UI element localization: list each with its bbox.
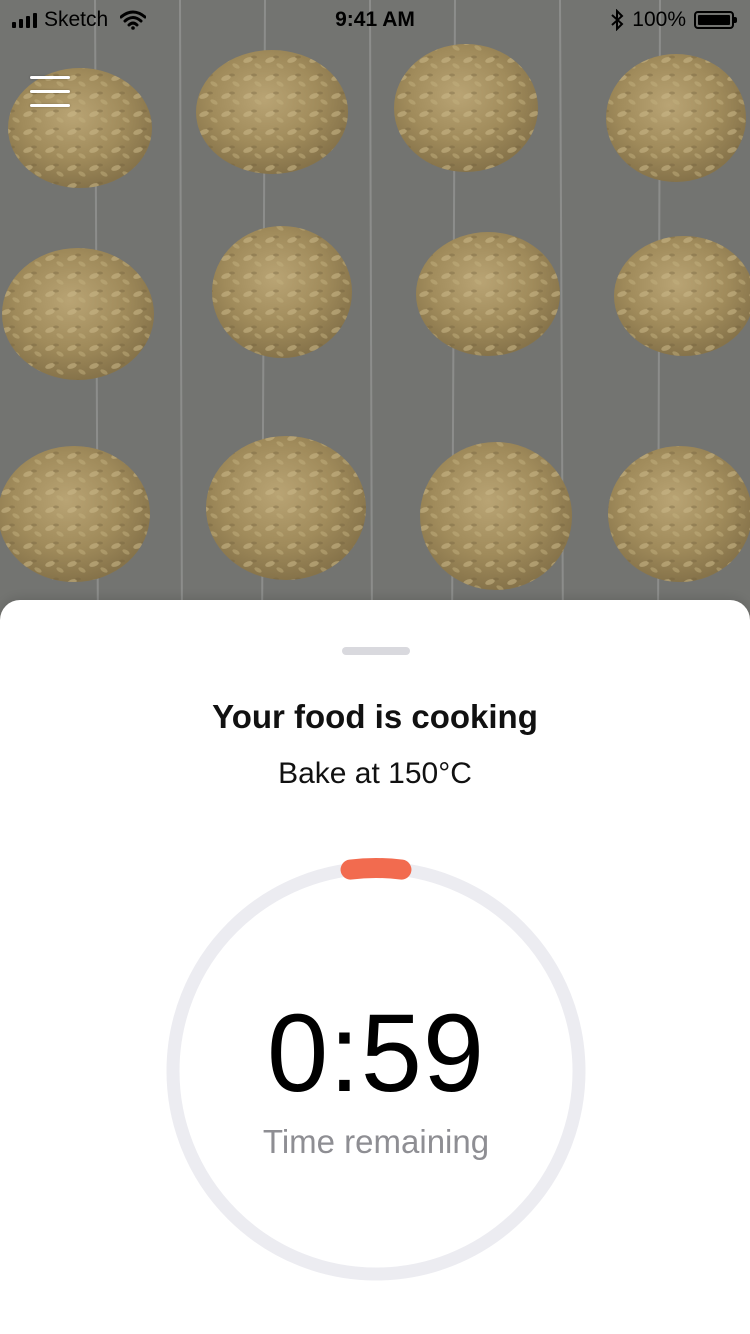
cookie [606, 54, 746, 182]
time-remaining-value: 0:59 [266, 992, 486, 1115]
status-bar: Sketch 9:41 AM 100% [0, 0, 750, 40]
camera-feed: Sketch 9:41 AM 100% [0, 0, 750, 640]
cookie [2, 248, 154, 380]
cookie [212, 226, 352, 358]
cookie [608, 446, 750, 582]
battery-icon [694, 11, 737, 29]
cookie [416, 232, 560, 356]
countdown-timer: 0:59 Time remaining [160, 855, 592, 1287]
cookie [0, 446, 150, 582]
cooking-mode-label: Bake at 150°C [278, 757, 472, 790]
time-remaining-label: Time remaining [262, 1123, 490, 1160]
cookie [394, 44, 538, 172]
cookie [206, 436, 366, 580]
cookie-tray-image [0, 0, 750, 640]
cookie [614, 236, 750, 356]
sheet-grabber-handle[interactable] [342, 647, 410, 655]
cookie [196, 50, 348, 174]
battery-percent: 100% [632, 8, 686, 31]
sheet-title: Your food is cooking [212, 698, 538, 735]
timer-progress-arc [340, 858, 412, 880]
cookie [420, 442, 572, 590]
bluetooth-icon [611, 9, 624, 31]
cooking-sheet: Your food is cooking Bake at 150°C 0:59 … [0, 600, 750, 1334]
menu-button[interactable] [28, 72, 74, 112]
